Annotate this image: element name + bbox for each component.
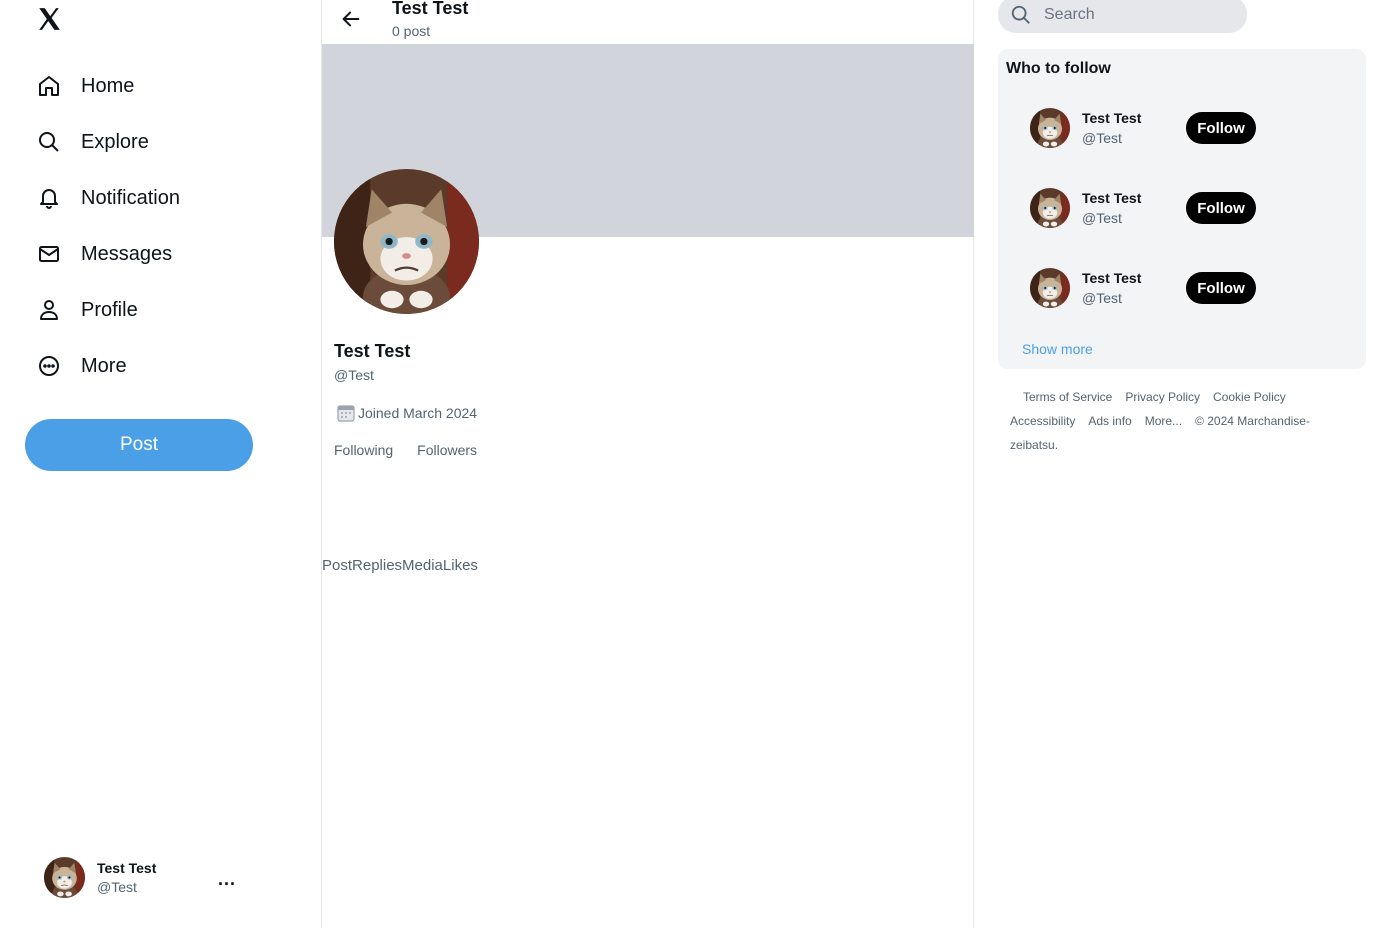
bell-icon (36, 185, 62, 211)
who-to-follow-panel: Who to follow Test Test @Test Follow Tes… (998, 49, 1366, 369)
suggested-user[interactable]: Test Test @Test Follow (1030, 268, 1260, 310)
home-icon (36, 73, 62, 99)
suggested-user[interactable]: Test Test @Test Follow (1030, 188, 1260, 230)
profile-column: Test Test 0 post Test Test @Test Joined … (321, 0, 974, 928)
x-logo-icon[interactable] (36, 6, 62, 32)
search-icon (36, 129, 62, 155)
tab-likes[interactable]: Likes (443, 557, 478, 574)
left-sidebar: Home Explore Notification Messages Profi… (0, 0, 321, 928)
avatar (1030, 188, 1070, 228)
search-icon (1011, 5, 1030, 24)
footer-more[interactable]: More... (1145, 414, 1182, 428)
nav-notification[interactable]: Notification (36, 178, 180, 218)
nav-more[interactable]: More (36, 346, 127, 386)
more-options-icon[interactable]: ... (218, 869, 236, 890)
suggested-user-handle: @Test (1082, 210, 1122, 226)
footer-ads-info[interactable]: Ads info (1088, 414, 1131, 428)
nav-profile[interactable]: Profile (36, 290, 138, 330)
footer-terms[interactable]: Terms of Service (1023, 390, 1112, 404)
account-display-name: Test Test (97, 859, 157, 876)
nav-home[interactable]: Home (36, 66, 134, 106)
nav-messages-label: Messages (81, 242, 173, 265)
avatar (1030, 268, 1070, 308)
more-circle-icon (36, 353, 62, 379)
suggested-user-name: Test Test (1082, 110, 1142, 126)
profile-display-name: Test Test (334, 341, 411, 361)
nav-notification-label: Notification (81, 186, 180, 209)
nav-home-label: Home (81, 74, 135, 97)
tab-media[interactable]: Media (402, 557, 443, 574)
suggested-user-name: Test Test (1082, 270, 1142, 286)
joined-date: Joined March 2024 (336, 403, 477, 423)
calendar-icon (337, 405, 355, 422)
joined-text: Joined March 2024 (358, 405, 478, 421)
post-button[interactable]: Post (25, 419, 253, 471)
follow-button[interactable]: Follow (1186, 112, 1256, 144)
follow-button[interactable]: Follow (1186, 192, 1256, 224)
followers-link[interactable]: Followers (417, 442, 477, 458)
suggested-user-handle: @Test (1082, 290, 1122, 306)
footer-accessibility[interactable]: Accessibility (1010, 414, 1075, 428)
tab-replies[interactable]: Replies (352, 557, 402, 574)
avatar (1030, 108, 1070, 148)
nav-more-label: More (81, 354, 127, 377)
footer-cookie[interactable]: Cookie Policy (1213, 390, 1286, 404)
search-bar[interactable] (998, 0, 1247, 33)
post-count: 0 post (392, 23, 431, 39)
show-more-link[interactable]: Show more (1022, 341, 1093, 357)
tab-post[interactable]: Post (322, 557, 352, 574)
account-switcher[interactable]: Test Test @Test ... (44, 856, 244, 898)
back-arrow-icon[interactable] (340, 8, 362, 30)
footer-privacy[interactable]: Privacy Policy (1125, 390, 1200, 404)
profile-handle: @Test (334, 367, 374, 383)
footer-links: Terms of Service Privacy Policy Cookie Pol… (1010, 385, 1310, 457)
nav-profile-label: Profile (81, 298, 138, 321)
nav-messages[interactable]: Messages (36, 234, 172, 274)
follow-stats: Following Followers (334, 442, 501, 458)
nav-explore[interactable]: Explore (36, 122, 149, 162)
search-input[interactable] (1044, 5, 1224, 24)
page-title: Test Test (392, 0, 469, 18)
following-link[interactable]: Following (334, 442, 393, 458)
follow-button[interactable]: Follow (1186, 272, 1256, 304)
mail-icon (36, 241, 62, 267)
who-to-follow-title: Who to follow (1006, 60, 1111, 77)
person-icon (36, 297, 62, 323)
profile-tabs: Post Replies Media Likes (322, 557, 478, 574)
account-handle: @Test (97, 878, 137, 895)
nav-explore-label: Explore (81, 130, 149, 153)
profile-avatar[interactable] (334, 169, 479, 314)
profile-header-bar: Test Test 0 post (322, 0, 973, 44)
avatar (44, 857, 85, 898)
suggested-user-name: Test Test (1082, 190, 1142, 206)
suggested-user[interactable]: Test Test @Test Follow (1030, 108, 1260, 150)
suggested-user-handle: @Test (1082, 130, 1122, 146)
